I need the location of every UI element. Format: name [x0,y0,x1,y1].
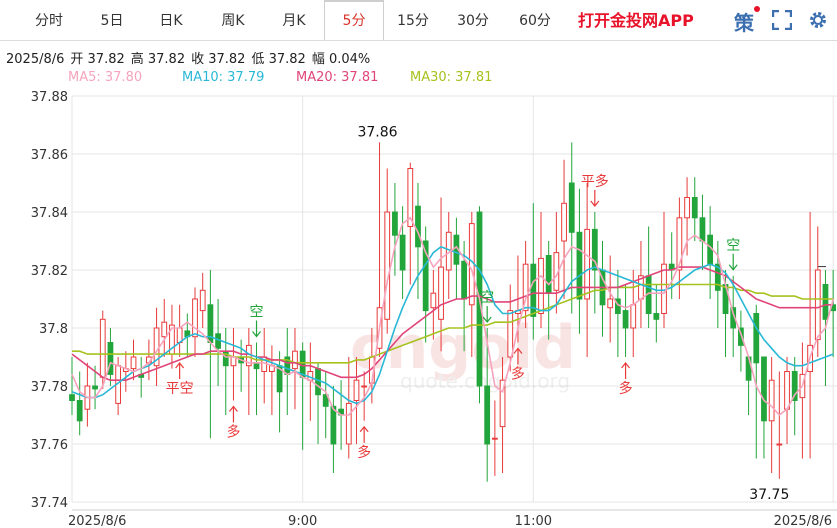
candle-body [691,197,698,219]
y-tick-label: 37.74 [31,496,68,511]
candle-body [330,405,337,445]
candle-body [784,371,790,410]
candle-body [507,310,514,358]
candle-body [768,379,775,422]
y-tick-label: 37.76 [31,438,68,453]
y-tick-label: 37.78 [31,380,68,395]
candle-body [438,266,444,320]
candle-body [192,298,198,338]
y-tick-label: 37.88 [31,90,68,105]
axes: 37.8837.8637.8437.8237.837.7837.7637.742… [31,90,837,528]
signal-marker: 空 [726,238,740,271]
candle-body [814,269,821,341]
candle-body [761,356,767,422]
candle-body [415,205,421,248]
signal-label: 平空 [166,381,194,397]
min-price-label: 37.75 [749,487,789,503]
candle-body [292,350,298,370]
max-price-label: 37.86 [357,124,397,140]
candle-body [345,402,352,445]
signal-marker: 多 [226,405,240,441]
signal-label: 多 [511,366,525,383]
signal-marker: 空 [250,305,264,338]
candle-body [684,197,690,219]
candle-body [568,182,575,233]
candle-body [199,289,206,312]
candle-body [822,284,829,320]
signal-marker: 多 [619,362,633,397]
candle-body [353,379,360,402]
candle-body [622,310,629,329]
signal-label: 多 [619,380,633,397]
signal-label: 平多 [581,173,609,190]
y-tick-label: 37.82 [31,264,68,279]
signal-label: 空 [480,290,494,306]
candle-body [399,234,406,271]
candle-body [630,304,637,329]
candle-body [430,292,437,309]
x-tick-label: 2025/8/6 [774,514,832,528]
y-tick-label: 37.8 [39,322,68,337]
x-tick-label: 9:00 [288,514,317,528]
candle-body [753,313,760,364]
candle-body [576,231,583,300]
candle-body [76,400,83,422]
candle-body [69,394,75,402]
signal-marker: 平多 [581,173,609,207]
candlestick-chart[interactable]: cngold quote.cngold.org 平空多空空多多平多多空 37.8… [0,0,837,528]
signal-label: 多 [226,424,240,441]
candle-body [461,260,467,300]
candle-body [130,356,137,370]
y-tick-label: 37.84 [31,206,68,221]
candle-body [384,211,391,320]
candle-body [545,255,552,294]
candle-body [584,228,591,300]
signal-label: 空 [726,238,740,254]
candle-body [392,211,398,236]
y-tick-label: 37.86 [31,148,68,163]
candle-body [561,202,567,242]
x-tick-label: 11:00 [515,514,552,528]
candle-body [699,217,706,242]
candle-body [92,385,98,390]
candle-body [361,385,368,388]
candle-body [99,318,106,378]
candle-body [538,257,544,314]
candle-body [484,385,491,445]
candle-body [776,443,783,446]
x-tick-label: 2025/8/6 [68,514,126,528]
signal-label: 空 [250,305,264,321]
candle-body [607,298,614,309]
candle-body [491,437,498,440]
candle-body [161,321,168,338]
candle-body [653,313,660,320]
candle-body [253,362,260,370]
signal-label: 多 [357,444,371,461]
signal-marker: 平空 [166,362,194,397]
